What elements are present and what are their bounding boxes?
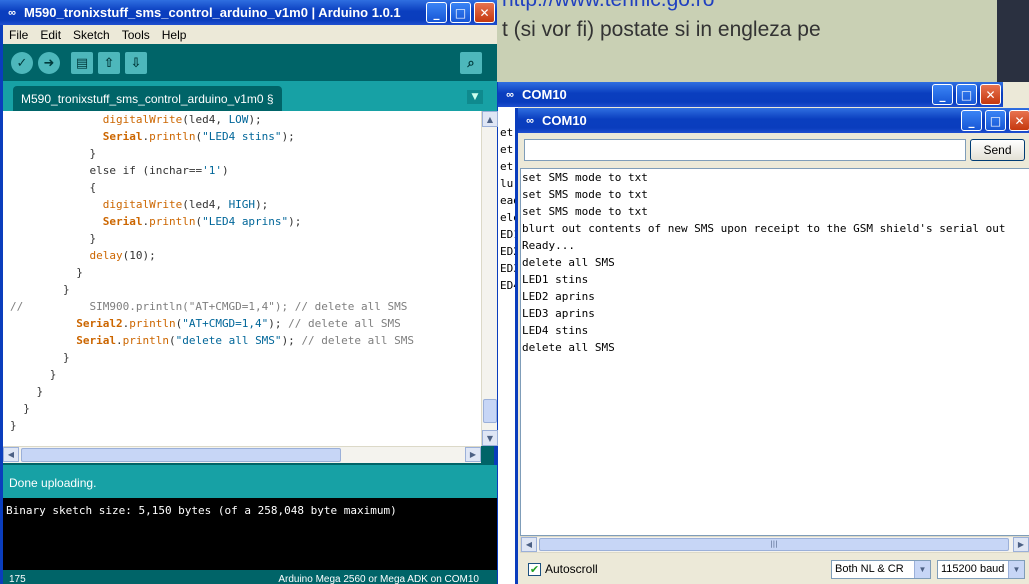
code-line: } <box>3 383 481 400</box>
code-line: } <box>3 145 481 162</box>
open-icon[interactable]: ⇧ <box>98 52 120 74</box>
minimize-button[interactable]: _ <box>961 110 982 131</box>
arduino-icon: ∞ <box>4 5 20 21</box>
menu-edit[interactable]: Edit <box>34 28 67 42</box>
tab-menu-icon[interactable]: ▼ <box>467 90 483 104</box>
menu-file[interactable]: File <box>3 28 34 42</box>
chevron-down-icon: ▼ <box>1008 561 1024 578</box>
serial-horizontal-scrollbar[interactable]: ◀ ||| ▶ <box>520 536 1029 553</box>
close-button[interactable]: ✕ <box>1009 110 1029 131</box>
serial-line: blurt out contents of new SMS upon recei… <box>521 220 1029 237</box>
code-line: } <box>3 366 481 383</box>
send-button[interactable]: Send <box>970 139 1025 161</box>
close-button[interactable]: ✕ <box>474 2 495 23</box>
scroll-right-icon[interactable]: ▶ <box>1013 537 1029 552</box>
code-line: } <box>3 281 481 298</box>
serial-line: set SMS mode to txt <box>521 203 1029 220</box>
code-line: Serial.println("LED4 aprins"); <box>3 213 481 230</box>
webpage-link[interactable]: http://www.tehnic.go.ro <box>502 0 714 12</box>
code-line: Serial.println("delete all SMS"); // del… <box>3 332 481 349</box>
scroll-right-icon[interactable]: ▶ <box>465 447 481 462</box>
close-button[interactable]: ✕ <box>980 84 1001 105</box>
scroll-up-icon[interactable]: ▲ <box>482 111 498 127</box>
chevron-down-icon: ▼ <box>914 561 930 578</box>
serial-line: LED2 aprins <box>521 288 1029 305</box>
scroll-thumb[interactable] <box>21 448 341 462</box>
board-info: Arduino Mega 2560 or Mega ADK on COM10 <box>278 574 479 584</box>
serial-line: LED4 stins <box>521 322 1029 339</box>
status-message: Done uploading. <box>3 465 497 498</box>
code-line: digitalWrite(led4, LOW); <box>3 111 481 128</box>
serial-line: delete all SMS <box>521 254 1029 271</box>
autoscroll-checkbox[interactable]: ✔ <box>528 563 541 576</box>
new-icon[interactable]: ▤ <box>71 52 93 74</box>
serial-monitor-back-titlebar[interactable]: ∞ COM10 _ □ ✕ <box>498 82 1003 107</box>
serial-line: LED3 aprins <box>521 305 1029 322</box>
verify-icon[interactable]: ✓ <box>11 52 33 74</box>
arduino-title: M590_tronixstuff_sms_control_arduino_v1m… <box>24 5 401 20</box>
code-line: else if (inchar=='1') <box>3 162 481 179</box>
code-line: digitalWrite(led4, HIGH); <box>3 196 481 213</box>
autoscroll-label: Autoscroll <box>545 562 598 576</box>
save-icon[interactable]: ⇩ <box>125 52 147 74</box>
minimize-button[interactable]: _ <box>426 2 447 23</box>
serial-bottom-bar: ✔ Autoscroll Both NL & CR ▼ 115200 baud … <box>518 556 1029 584</box>
serial-line: Ready... <box>521 237 1029 254</box>
maximize-button[interactable]: □ <box>956 84 977 105</box>
serial-line: delete all SMS <box>521 339 1029 356</box>
baud-rate-value: 115200 baud <box>941 563 1004 575</box>
editor-vertical-scrollbar[interactable]: ▲ ▼ <box>481 111 497 446</box>
code-line: } <box>3 417 481 434</box>
editor-horizontal-scrollbar[interactable]: ◀ ▶ <box>3 446 481 463</box>
scroll-down-icon[interactable]: ▼ <box>482 430 498 446</box>
menu-sketch[interactable]: Sketch <box>67 28 116 42</box>
code-line: { <box>3 179 481 196</box>
tab-bar: M590_tronixstuff_sms_control_arduino_v1m… <box>3 81 497 111</box>
serial-line: LED1 stins <box>521 271 1029 288</box>
arduino-titlebar[interactable]: ∞ M590_tronixstuff_sms_control_arduino_v… <box>0 0 497 25</box>
maximize-button[interactable]: □ <box>985 110 1006 131</box>
serial-line: set SMS mode to txt <box>521 169 1029 186</box>
menu-tools[interactable]: Tools <box>116 28 156 42</box>
arduino-icon: ∞ <box>522 113 538 129</box>
arduino-icon: ∞ <box>502 87 518 103</box>
code-line: // SIM900.println("AT+CMGD=1,4"); // del… <box>3 298 481 315</box>
console-output: Binary sketch size: 5,150 bytes (of a 25… <box>3 498 497 570</box>
upload-icon[interactable]: ➜ <box>38 52 60 74</box>
line-ending-value: Both NL & CR <box>835 563 904 575</box>
scroll-thumb[interactable]: ||| <box>539 538 1009 551</box>
code-line: Serial.println("LED4 stins"); <box>3 128 481 145</box>
line-number: 175 <box>9 574 26 584</box>
footer-bar: 175 Arduino Mega 2560 or Mega ADK on COM… <box>3 570 497 584</box>
tab-sketch[interactable]: M590_tronixstuff_sms_control_arduino_v1m… <box>13 86 282 111</box>
code-line: Serial2.println("AT+CMGD=1,4"); // delet… <box>3 315 481 332</box>
serial-monitor-back-title: COM10 <box>522 87 567 102</box>
code-line: } <box>3 264 481 281</box>
menu-bar: File Edit Sketch Tools Help <box>3 25 497 44</box>
toolbar: ✓ ➜ ▤ ⇧ ⇩ ⌕ <box>3 44 497 81</box>
menu-help[interactable]: Help <box>156 28 193 42</box>
maximize-button[interactable]: □ <box>450 2 471 23</box>
scroll-left-icon[interactable]: ◀ <box>3 447 19 462</box>
code-editor[interactable]: digitalWrite(led4, LOW); Serial.println(… <box>3 111 481 446</box>
arduino-ide-window: ∞ M590_tronixstuff_sms_control_arduino_v… <box>0 0 497 584</box>
scroll-thumb[interactable] <box>483 399 497 423</box>
serial-monitor-window: ∞ COM10 _ □ ✕ Send set SMS mode to txtse… <box>515 108 1029 584</box>
code-line: } <box>3 230 481 247</box>
serial-monitor-title: COM10 <box>542 113 587 128</box>
serial-output: set SMS mode to txtset SMS mode to txtse… <box>520 168 1029 536</box>
serial-monitor-titlebar[interactable]: ∞ COM10 _ □ ✕ <box>518 108 1029 133</box>
serial-send-input[interactable] <box>524 139 966 161</box>
line-ending-select[interactable]: Both NL & CR ▼ <box>831 560 931 579</box>
minimize-button[interactable]: _ <box>932 84 953 105</box>
serial-line: set SMS mode to txt <box>521 186 1029 203</box>
baud-rate-select[interactable]: 115200 baud ▼ <box>937 560 1025 579</box>
code-line: } <box>3 400 481 417</box>
scroll-left-icon[interactable]: ◀ <box>521 537 537 552</box>
webpage-text: t (si vor fi) postate si in engleza pe <box>502 18 821 42</box>
code-line: delay(10); <box>3 247 481 264</box>
code-line: } <box>3 349 481 366</box>
serial-monitor-icon[interactable]: ⌕ <box>460 52 482 74</box>
